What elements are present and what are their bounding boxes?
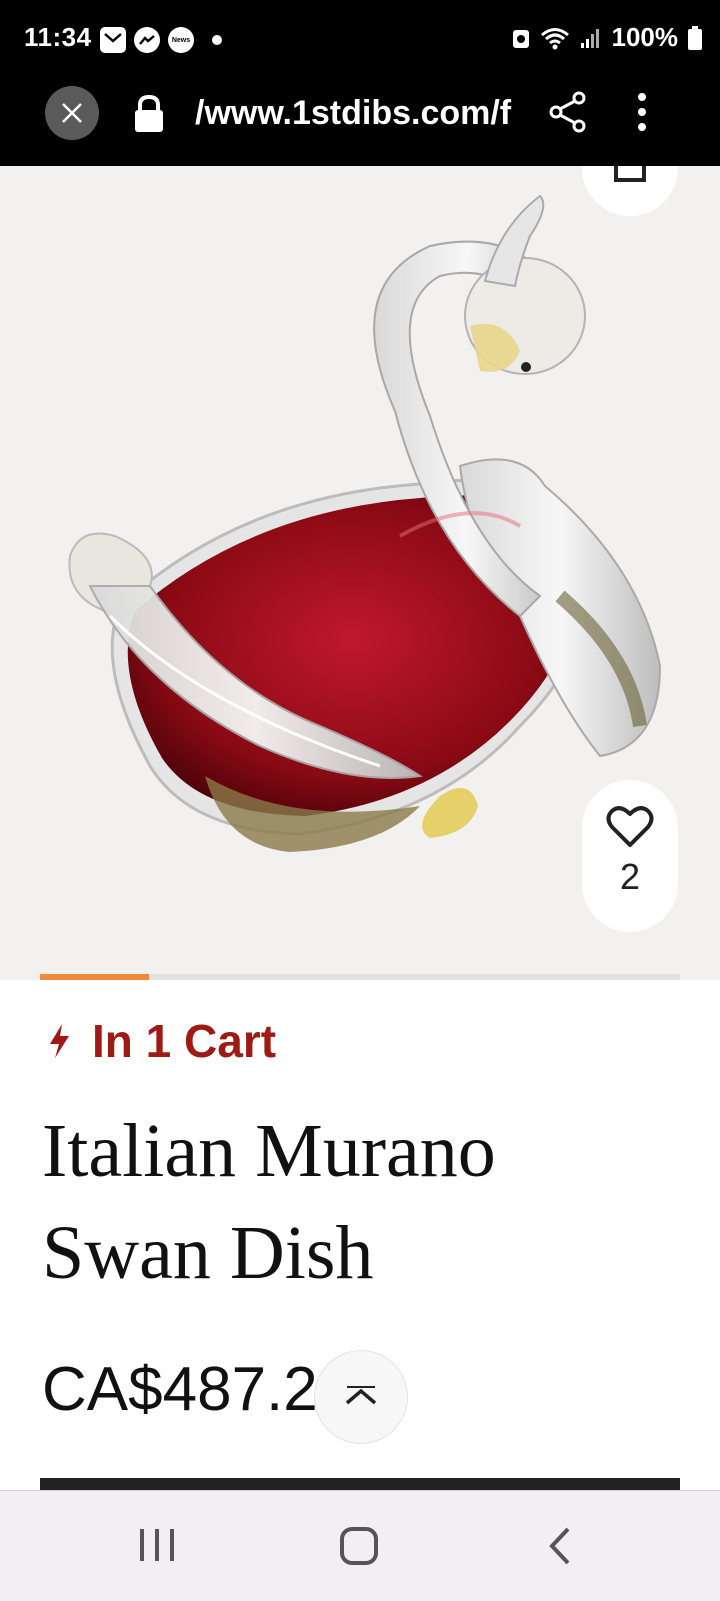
cart-status-text: In 1 Cart (92, 1015, 277, 1067)
system-navigation-bar (0, 1490, 720, 1601)
share-button[interactable] (548, 90, 588, 139)
chevron-up-icon (345, 1386, 377, 1405)
home-button[interactable] (340, 1527, 378, 1570)
more-options-button[interactable] (636, 92, 648, 137)
product-title: Italian Murano Swan Dish (42, 1109, 496, 1295)
battery-icon (688, 25, 702, 50)
close-tab-button[interactable] (45, 86, 99, 140)
mail-icon (100, 27, 126, 53)
recent-apps-icon (140, 1529, 174, 1561)
share-icon (549, 91, 586, 133)
status-time: 11:34 (24, 22, 92, 52)
messenger-icon (134, 27, 160, 53)
status-right: 100% (512, 22, 702, 53)
battery-percent: 100% (611, 22, 679, 52)
home-icon (340, 1527, 378, 1565)
data-saver-icon (512, 29, 529, 48)
lock-icon[interactable] (132, 94, 166, 139)
favorites-count: 2 (619, 856, 641, 897)
wifi-icon (540, 27, 569, 49)
close-icon (62, 103, 82, 123)
browser-url-bar: /www.1stdibs.com/f (0, 80, 720, 166)
scroll-to-top-button[interactable] (314, 1350, 408, 1444)
back-icon (549, 1527, 570, 1565)
signal-icon (580, 28, 599, 48)
add-to-cart-bar-edge[interactable] (40, 1478, 680, 1490)
product-price: CA$487.2 (42, 1355, 318, 1424)
news-icon-label: News (171, 36, 191, 44)
more-vertical-icon (638, 93, 646, 131)
more-notifications-dot (212, 35, 222, 45)
carousel-progress (40, 974, 680, 980)
lightning-icon (50, 1024, 69, 1058)
favorite-button[interactable]: 2 (582, 780, 678, 932)
save-icon (614, 166, 646, 182)
status-bar: 11:34 News 100% (0, 0, 720, 80)
cart-status: In 1 Cart (46, 1014, 276, 1068)
recent-apps-button[interactable] (138, 1527, 176, 1568)
back-button[interactable] (548, 1527, 572, 1570)
heart-icon (606, 806, 654, 847)
carousel-progress-fill (40, 974, 149, 980)
product-image-carousel[interactable]: 2 (0, 166, 720, 980)
news-icon: News (168, 27, 194, 53)
notification-icons: News (100, 27, 222, 53)
url-text[interactable]: /www.1stdibs.com/f (195, 94, 513, 133)
